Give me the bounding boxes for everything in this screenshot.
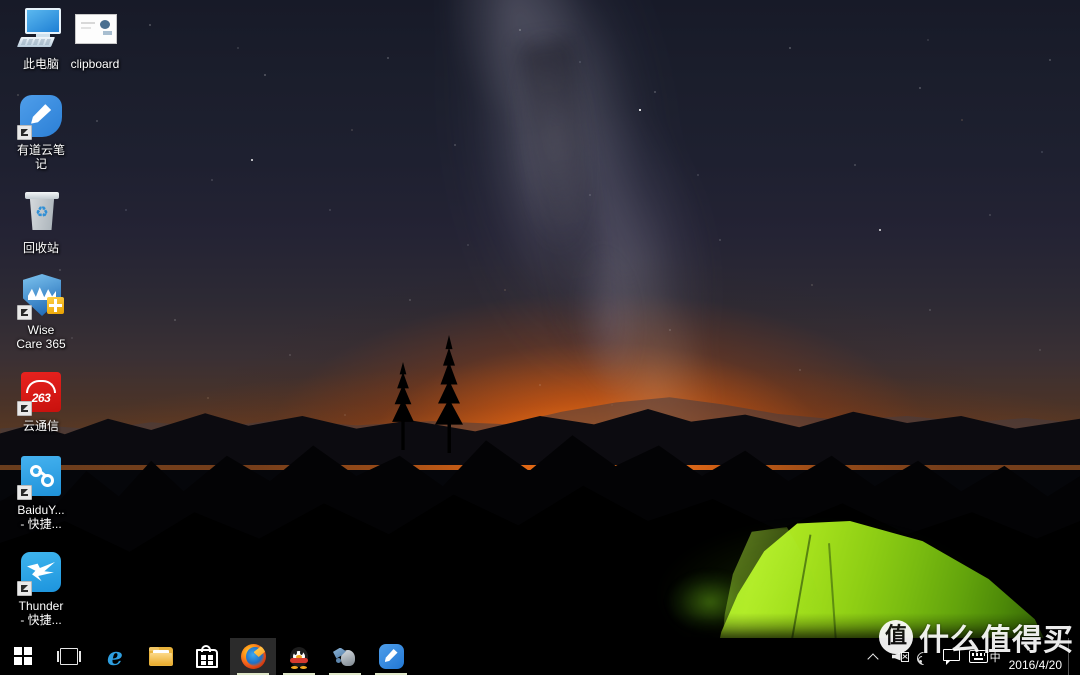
desktop-icon-clipboard[interactable]: clipboard bbox=[58, 6, 132, 71]
desktop-icon-label-line2: - 快捷... bbox=[20, 613, 62, 627]
shortcut-overlay-icon bbox=[17, 581, 32, 596]
desktop-icon-recycle-bin[interactable]: ♻ 回收站 bbox=[4, 190, 78, 255]
ime-mode-label: 中 bbox=[989, 651, 1001, 664]
youdao-note-icon bbox=[17, 92, 65, 140]
action-center-icon bbox=[942, 648, 961, 665]
baidu-yun-icon bbox=[17, 452, 65, 500]
thunder-icon bbox=[17, 548, 65, 596]
taskbar-item-firefox[interactable] bbox=[230, 638, 276, 675]
desktop-icon-youdao-note[interactable]: 有道云笔 记 bbox=[4, 92, 78, 171]
windows-logo-icon bbox=[13, 647, 33, 666]
chevron-up-icon bbox=[869, 652, 879, 662]
desktop-icon-thunder[interactable]: Thunder - 快捷... bbox=[4, 548, 78, 627]
ime-indicator[interactable]: 中 bbox=[965, 638, 1005, 675]
gray-bird-icon bbox=[333, 646, 357, 668]
desktop-icon-grid: 此电脑 clipboard 有道云笔 记 ♻ 回收站 Wise Care 365… bbox=[0, 0, 1080, 640]
taskbar-item-file-explorer[interactable] bbox=[138, 638, 184, 675]
desktop-icon-label-line2: Care 365 bbox=[16, 337, 66, 351]
qq-penguin-icon bbox=[288, 645, 310, 669]
taskbar-item-edge[interactable]: e bbox=[92, 638, 138, 675]
desktop-icon-label: BaiduY... bbox=[17, 503, 65, 517]
taskbar-item-thunder[interactable] bbox=[322, 638, 368, 675]
image-file-icon bbox=[71, 6, 119, 54]
desktop-icon-label: 回收站 bbox=[22, 241, 59, 255]
clock-date: 2016/4/20 bbox=[1008, 658, 1062, 672]
desktop-icon-label: Thunder bbox=[18, 599, 64, 613]
folder-icon bbox=[149, 647, 173, 666]
shortcut-overlay-icon bbox=[17, 401, 32, 416]
network-button[interactable] bbox=[913, 638, 939, 675]
volume-button[interactable] bbox=[887, 638, 913, 675]
task-view-icon bbox=[57, 648, 81, 665]
show-desktop-button[interactable] bbox=[1068, 638, 1074, 675]
desktop-icon-label: clipboard bbox=[70, 57, 120, 71]
desktop-icon-wise-care-365[interactable]: Wise Care 365 bbox=[4, 272, 78, 351]
taskbar-item-qq[interactable] bbox=[276, 638, 322, 675]
cloud-263-icon: 263 bbox=[17, 368, 65, 416]
desktop-icon-baidu-yun[interactable]: BaiduY... - 快捷... bbox=[4, 452, 78, 531]
show-hidden-icons-button[interactable] bbox=[861, 638, 887, 675]
shortcut-overlay-icon bbox=[17, 485, 32, 500]
recycle-bin-icon: ♻ bbox=[17, 190, 65, 238]
taskbar-item-youdao-note[interactable] bbox=[368, 638, 414, 675]
shortcut-overlay-icon bbox=[17, 125, 32, 140]
firefox-icon bbox=[240, 644, 266, 669]
taskbar[interactable]: e 中 2016/4/20 bbox=[0, 638, 1080, 675]
desktop-icon-label-line2: - 快捷... bbox=[20, 517, 62, 531]
taskbar-clock[interactable]: 2016/4/20 bbox=[1005, 638, 1068, 675]
action-center-button[interactable] bbox=[939, 638, 965, 675]
keyboard-icon bbox=[968, 650, 988, 663]
desktop-icon-label-line2: 记 bbox=[34, 157, 47, 171]
wise-care-shield-icon bbox=[17, 272, 65, 320]
task-view-button[interactable] bbox=[46, 638, 92, 675]
wifi-icon bbox=[914, 648, 934, 668]
shortcut-overlay-icon bbox=[17, 305, 32, 320]
desktop-icon-label: 有道云笔 bbox=[16, 143, 65, 157]
desktop-icon-cloud-263[interactable]: 263 云通信 bbox=[4, 368, 78, 433]
edge-icon: e bbox=[107, 641, 123, 671]
start-button[interactable] bbox=[0, 638, 46, 675]
system-tray[interactable]: 中 2016/4/20 bbox=[861, 638, 1080, 675]
desktop-icon-label: Wise bbox=[27, 323, 55, 337]
speaker-muted-icon bbox=[891, 650, 909, 664]
taskbar-item-store[interactable] bbox=[184, 638, 230, 675]
youdao-note-icon bbox=[378, 644, 404, 669]
desktop-icon-label: 云通信 bbox=[22, 419, 59, 433]
store-bag-icon bbox=[196, 645, 218, 668]
